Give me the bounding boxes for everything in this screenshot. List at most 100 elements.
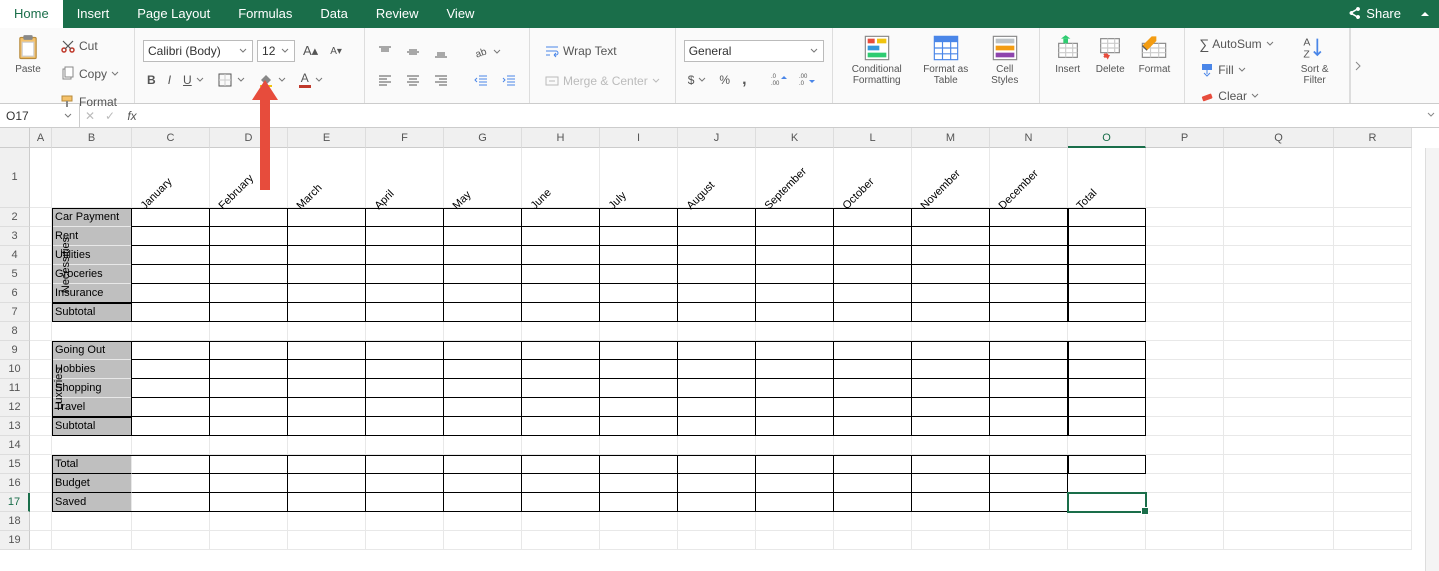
cell-styles-button[interactable]: Cell Styles [979, 32, 1031, 99]
cell-H5[interactable] [522, 265, 600, 284]
column-header-N[interactable]: N [990, 128, 1068, 148]
cell-K6[interactable] [756, 284, 834, 303]
cell-D10[interactable] [210, 360, 288, 379]
cell-D11[interactable] [210, 379, 288, 398]
cell-F3[interactable] [366, 227, 444, 246]
cell-G5[interactable] [444, 265, 522, 284]
cell-K18[interactable] [756, 512, 834, 531]
cell-C16[interactable] [132, 474, 210, 493]
cell-F13[interactable] [366, 417, 444, 436]
cell-D6[interactable] [210, 284, 288, 303]
cell-P6[interactable] [1146, 284, 1224, 303]
cell-E19[interactable] [288, 531, 366, 550]
share-button[interactable]: Share [1336, 0, 1411, 28]
cell-I4[interactable] [600, 246, 678, 265]
column-header-O[interactable]: O [1068, 128, 1146, 148]
cell-A17[interactable] [30, 493, 52, 512]
cell-O11[interactable] [1068, 379, 1146, 398]
cell-J19[interactable] [678, 531, 756, 550]
cell-G19[interactable] [444, 531, 522, 550]
cell-C6[interactable] [132, 284, 210, 303]
cell-H15[interactable] [522, 455, 600, 474]
cell-L9[interactable] [834, 341, 912, 360]
cell-L16[interactable] [834, 474, 912, 493]
cell-O3[interactable] [1068, 227, 1146, 246]
align-right-button[interactable] [429, 69, 453, 91]
row-header-17[interactable]: 17 [0, 493, 30, 512]
cell-E12[interactable] [288, 398, 366, 417]
cell-E9[interactable] [288, 341, 366, 360]
tab-review[interactable]: Review [362, 0, 433, 28]
cell-I3[interactable] [600, 227, 678, 246]
cell-E5[interactable] [288, 265, 366, 284]
cell-A2[interactable] [30, 208, 52, 227]
cell-Q6[interactable] [1224, 284, 1334, 303]
cell-L2[interactable] [834, 208, 912, 227]
cell-L11[interactable] [834, 379, 912, 398]
cell-F17[interactable] [366, 493, 444, 512]
cell-O8[interactable] [1068, 322, 1146, 341]
cell-G16[interactable] [444, 474, 522, 493]
cell-J12[interactable] [678, 398, 756, 417]
cell-L4[interactable] [834, 246, 912, 265]
cell-A7[interactable] [30, 303, 52, 322]
cell-O15[interactable] [1068, 455, 1146, 474]
cell-F14[interactable] [366, 436, 444, 455]
cell-E15[interactable] [288, 455, 366, 474]
cell-R18[interactable] [1334, 512, 1412, 531]
cell-F9[interactable] [366, 341, 444, 360]
column-header-M[interactable]: M [912, 128, 990, 148]
decrease-decimal-button[interactable]: .00.0 [795, 69, 819, 91]
cell-R16[interactable] [1334, 474, 1412, 493]
cell-M4[interactable] [912, 246, 990, 265]
column-header-E[interactable]: E [288, 128, 366, 148]
cell-C12[interactable] [132, 398, 210, 417]
cell-J15[interactable] [678, 455, 756, 474]
column-header-L[interactable]: L [834, 128, 912, 148]
row-header-2[interactable]: 2 [0, 208, 30, 227]
cell-F15[interactable] [366, 455, 444, 474]
cell-E4[interactable] [288, 246, 366, 265]
cell-G4[interactable] [444, 246, 522, 265]
cell-P4[interactable] [1146, 246, 1224, 265]
cell-L7[interactable] [834, 303, 912, 322]
cell-B1[interactable] [52, 148, 132, 208]
cell-Q12[interactable] [1224, 398, 1334, 417]
cell-D19[interactable] [210, 531, 288, 550]
cell-M10[interactable] [912, 360, 990, 379]
cell-E17[interactable] [288, 493, 366, 512]
copy-button[interactable]: Copy [54, 62, 126, 86]
row-header-4[interactable]: 4 [0, 246, 30, 265]
select-all-corner[interactable] [0, 128, 30, 148]
cell-J3[interactable] [678, 227, 756, 246]
tab-formulas[interactable]: Formulas [224, 0, 306, 28]
cell-R1[interactable] [1334, 148, 1412, 208]
column-header-B[interactable]: B [52, 128, 132, 148]
cell-J17[interactable] [678, 493, 756, 512]
cell-B19[interactable] [52, 531, 132, 550]
cell-M16[interactable] [912, 474, 990, 493]
cell-M11[interactable] [912, 379, 990, 398]
cell-O12[interactable] [1068, 398, 1146, 417]
cell-F8[interactable] [366, 322, 444, 341]
cell-P12[interactable] [1146, 398, 1224, 417]
column-header-K[interactable]: K [756, 128, 834, 148]
cell-C15[interactable] [132, 455, 210, 474]
cell-O18[interactable] [1068, 512, 1146, 531]
cell-O9[interactable] [1068, 341, 1146, 360]
cell-P11[interactable] [1146, 379, 1224, 398]
cell-M14[interactable] [912, 436, 990, 455]
cell-P7[interactable] [1146, 303, 1224, 322]
cell-N12[interactable] [990, 398, 1068, 417]
cell-N4[interactable] [990, 246, 1068, 265]
cell-B13[interactable]: Subtotal [52, 417, 132, 436]
cell-N17[interactable] [990, 493, 1068, 512]
row-header-19[interactable]: 19 [0, 531, 30, 550]
cell-D7[interactable] [210, 303, 288, 322]
format-cells-button[interactable]: Format [1133, 32, 1177, 99]
column-header-I[interactable]: I [600, 128, 678, 148]
cell-F7[interactable] [366, 303, 444, 322]
cell-K3[interactable] [756, 227, 834, 246]
cell-L3[interactable] [834, 227, 912, 246]
cell-I17[interactable] [600, 493, 678, 512]
